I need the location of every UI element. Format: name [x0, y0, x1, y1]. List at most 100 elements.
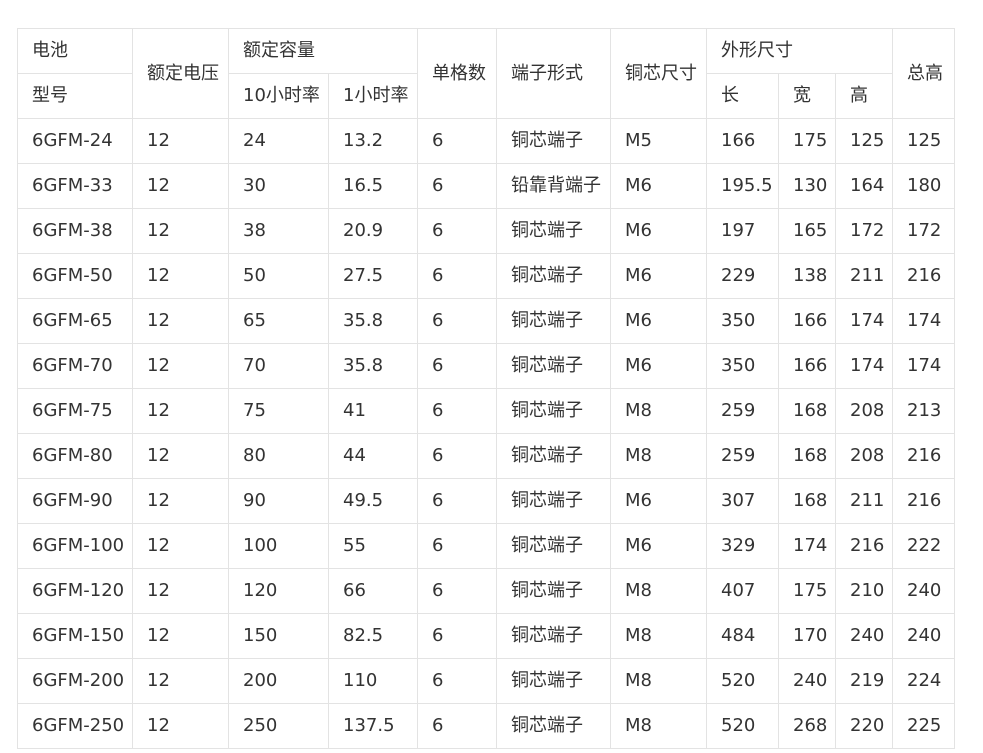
cell-rate-1h: 27.5: [328, 253, 418, 299]
table-row: 6GFM-75 12 75 41 6 铜芯端子 M8 259 168 208 213: [17, 388, 955, 434]
cell-rate-1h: 16.5: [328, 163, 418, 209]
cell-rate-10h: 90: [228, 478, 329, 524]
cell-height: 174: [835, 298, 893, 344]
table-row: 6GFM-24 12 24 13.2 6 铜芯端子 M5 166 175 125 125: [17, 118, 955, 164]
table-row: 6GFM-65 12 65 35.8 6 铜芯端子 M6 350 166 174 174: [17, 298, 955, 344]
cell-model: 6GFM-24: [17, 118, 133, 164]
header-cells: 单格数: [417, 28, 497, 119]
table-row: 6GFM-80 12 80 44 6 铜芯端子 M8 259 168 208 216: [17, 433, 955, 479]
cell-copper-core-size: M6: [610, 343, 707, 389]
cell-length: 484: [706, 613, 779, 659]
cell-height: 164: [835, 163, 893, 209]
cell-terminal-type: 铜芯端子: [496, 703, 611, 749]
cell-terminal-type: 铜芯端子: [496, 433, 611, 479]
cell-rate-10h: 80: [228, 433, 329, 479]
cell-terminal-type: 铜芯端子: [496, 568, 611, 614]
cell-length: 259: [706, 388, 779, 434]
cell-terminal-type: 铜芯端子: [496, 658, 611, 704]
header-copper-core-size: 铜芯尺寸: [610, 28, 707, 119]
cell-rate-10h: 250: [228, 703, 329, 749]
cell-total-height: 240: [892, 568, 955, 614]
cell-width: 168: [778, 388, 836, 434]
table-row: 6GFM-90 12 90 49.5 6 铜芯端子 M6 307 168 211 216: [17, 478, 955, 524]
cell-length: 329: [706, 523, 779, 569]
cell-rated-voltage: 12: [132, 478, 229, 524]
cell-copper-core-size: M6: [610, 163, 707, 209]
cell-width: 174: [778, 523, 836, 569]
cell-rated-voltage: 12: [132, 118, 229, 164]
cell-total-height: 222: [892, 523, 955, 569]
cell-terminal-type: 铜芯端子: [496, 208, 611, 254]
cell-model: 6GFM-100: [17, 523, 133, 569]
cell-model: 6GFM-50: [17, 253, 133, 299]
cell-cells: 6: [417, 343, 497, 389]
table-row: 6GFM-38 12 38 20.9 6 铜芯端子 M6 197 165 172 172: [17, 208, 955, 254]
cell-width: 165: [778, 208, 836, 254]
cell-width: 138: [778, 253, 836, 299]
cell-rate-10h: 30: [228, 163, 329, 209]
cell-terminal-type: 铜芯端子: [496, 523, 611, 569]
cell-model: 6GFM-75: [17, 388, 133, 434]
cell-model: 6GFM-38: [17, 208, 133, 254]
cell-rate-1h: 35.8: [328, 343, 418, 389]
cell-rate-10h: 24: [228, 118, 329, 164]
cell-rated-voltage: 12: [132, 568, 229, 614]
cell-copper-core-size: M8: [610, 433, 707, 479]
cell-cells: 6: [417, 433, 497, 479]
cell-model: 6GFM-250: [17, 703, 133, 749]
cell-total-height: 180: [892, 163, 955, 209]
cell-length: 197: [706, 208, 779, 254]
cell-cells: 6: [417, 703, 497, 749]
cell-height: 208: [835, 388, 893, 434]
cell-cells: 6: [417, 388, 497, 434]
cell-total-height: 240: [892, 613, 955, 659]
cell-height: 125: [835, 118, 893, 164]
cell-cells: 6: [417, 118, 497, 164]
cell-model: 6GFM-150: [17, 613, 133, 659]
header-total-height: 总高: [892, 28, 955, 119]
cell-length: 520: [706, 658, 779, 704]
cell-rated-voltage: 12: [132, 163, 229, 209]
cell-total-height: 225: [892, 703, 955, 749]
header-rated-voltage: 额定电压: [132, 28, 229, 119]
cell-rate-1h: 66: [328, 568, 418, 614]
table-row: 6GFM-120 12 120 66 6 铜芯端子 M8 407 175 210 240: [17, 568, 955, 614]
table-row: 6GFM-200 12 200 110 6 铜芯端子 M8 520 240 219 224: [17, 658, 955, 704]
cell-rated-voltage: 12: [132, 613, 229, 659]
cell-terminal-type: 铜芯端子: [496, 253, 611, 299]
cell-height: 219: [835, 658, 893, 704]
cell-rate-10h: 150: [228, 613, 329, 659]
cell-rated-voltage: 12: [132, 343, 229, 389]
table-row: 6GFM-70 12 70 35.8 6 铜芯端子 M6 350 166 174 174: [17, 343, 955, 389]
table-row: 6GFM-33 12 30 16.5 6 铅靠背端子 M6 195.5 130 164 180: [17, 163, 955, 209]
cell-cells: 6: [417, 298, 497, 344]
cell-model: 6GFM-200: [17, 658, 133, 704]
cell-rate-10h: 50: [228, 253, 329, 299]
cell-length: 520: [706, 703, 779, 749]
cell-rate-10h: 65: [228, 298, 329, 344]
cell-rate-1h: 137.5: [328, 703, 418, 749]
cell-length: 229: [706, 253, 779, 299]
cell-total-height: 174: [892, 343, 955, 389]
cell-copper-core-size: M5: [610, 118, 707, 164]
cell-cells: 6: [417, 208, 497, 254]
cell-width: 240: [778, 658, 836, 704]
cell-model: 6GFM-90: [17, 478, 133, 524]
cell-terminal-type: 铅靠背端子: [496, 163, 611, 209]
cell-rated-voltage: 12: [132, 298, 229, 344]
cell-width: 170: [778, 613, 836, 659]
cell-width: 268: [778, 703, 836, 749]
header-rate-1h: 1小时率: [328, 73, 418, 119]
cell-copper-core-size: M8: [610, 568, 707, 614]
cell-width: 175: [778, 568, 836, 614]
cell-copper-core-size: M8: [610, 658, 707, 704]
cell-rated-voltage: 12: [132, 253, 229, 299]
cell-rate-1h: 35.8: [328, 298, 418, 344]
cell-height: 211: [835, 253, 893, 299]
cell-rated-voltage: 12: [132, 388, 229, 434]
table-row: 6GFM-100 12 100 55 6 铜芯端子 M6 329 174 216 222: [17, 523, 955, 569]
cell-model: 6GFM-70: [17, 343, 133, 389]
cell-copper-core-size: M8: [610, 388, 707, 434]
cell-height: 208: [835, 433, 893, 479]
cell-rate-1h: 44: [328, 433, 418, 479]
